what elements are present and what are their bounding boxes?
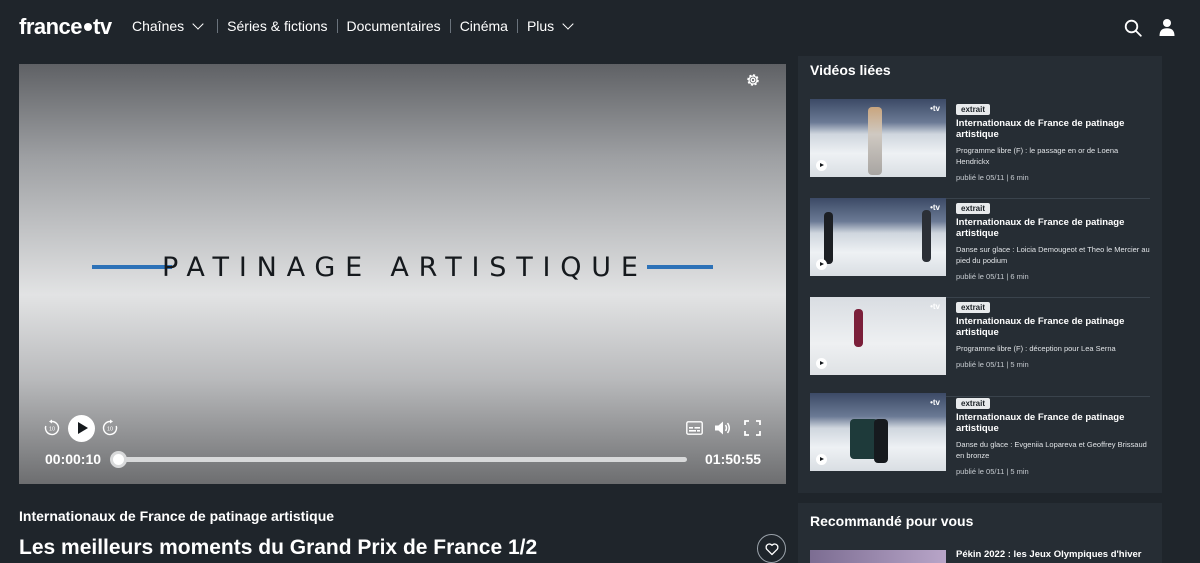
thumbnail-tv-badge: •tv bbox=[930, 398, 940, 407]
heart-icon bbox=[765, 543, 779, 556]
related-video-meta: publié le 05/11 | 6 min bbox=[956, 173, 1029, 182]
related-video-description: Programme libre (F) : le passage en or d… bbox=[956, 146, 1119, 166]
recommended-video-title[interactable]: Pékin 2022 : les Jeux Olympiques d'hiver bbox=[956, 549, 1141, 560]
chevron-down-icon bbox=[562, 18, 574, 30]
top-navigation-bar: france tv Chaînes Séries & fictions Docum… bbox=[0, 0, 1200, 56]
total-duration: 01:50:55 bbox=[705, 451, 762, 467]
related-video-meta: publié le 05/11 | 6 min bbox=[956, 272, 1029, 281]
video-player[interactable]: PATINAGE ARTISTIQUE 10 10 00:00:10 01:50… bbox=[19, 64, 786, 484]
extract-badge: extrait bbox=[956, 302, 991, 313]
title-card-stripe-left bbox=[92, 265, 172, 269]
france-tv-logo[interactable]: france tv bbox=[19, 14, 112, 40]
nav-item-label: Documentaires bbox=[346, 18, 441, 34]
forward-10-icon[interactable]: 10 bbox=[101, 419, 119, 437]
related-video-meta: publié le 05/11 | 5 min bbox=[956, 467, 1029, 476]
skater-figure bbox=[854, 309, 863, 347]
play-icon bbox=[816, 358, 827, 369]
settings-gear-icon[interactable] bbox=[745, 72, 761, 88]
nav-item-documentaires[interactable]: Documentaires bbox=[347, 18, 441, 34]
title-card-stripe-right bbox=[647, 265, 713, 269]
page-title: Les meilleurs moments du Grand Prix de F… bbox=[19, 536, 538, 559]
nav-item-label: Chaînes bbox=[132, 18, 185, 34]
video-thumbnail[interactable]: •tv bbox=[810, 297, 946, 375]
related-video-meta: publié le 05/11 | 5 min bbox=[956, 360, 1029, 369]
related-video-card[interactable]: •tv extrait Internationaux de France de … bbox=[810, 99, 1150, 199]
related-video-card[interactable]: •tv extrait Internationaux de France de … bbox=[810, 393, 1150, 493]
logo-brand: france bbox=[19, 14, 83, 39]
logo-dot bbox=[84, 23, 93, 32]
thumbnail-tv-badge: •tv bbox=[930, 203, 940, 212]
video-title-card: PATINAGE ARTISTIQUE bbox=[162, 252, 648, 283]
related-videos-heading: Vidéos liées bbox=[810, 62, 891, 78]
skater-figure bbox=[874, 419, 888, 463]
subtitles-icon[interactable] bbox=[686, 421, 703, 435]
nav-item-plus[interactable]: Plus bbox=[526, 18, 574, 34]
related-video-description: Danse du glace : Evgeniia Lopareva et Ge… bbox=[956, 440, 1147, 460]
related-video-info: extrait Internationaux de France de pati… bbox=[956, 393, 1150, 476]
thumbnail-tv-badge: •tv bbox=[930, 104, 940, 113]
play-icon bbox=[816, 160, 827, 171]
video-thumbnail[interactable]: •tv bbox=[810, 99, 946, 177]
nav-item-chaines[interactable]: Chaînes bbox=[132, 18, 208, 34]
thumbnail-tv-badge: •tv bbox=[930, 302, 940, 311]
related-video-description: Programme libre (F) : déception pour Lea… bbox=[956, 344, 1116, 353]
recommended-panel: Recommandé pour vous Pékin 2022 : les Je… bbox=[798, 503, 1162, 563]
add-favorite-button[interactable] bbox=[757, 534, 786, 563]
nav-item-label: Plus bbox=[526, 18, 555, 34]
play-icon bbox=[816, 454, 827, 465]
related-video-title[interactable]: Internationaux de France de patinage art… bbox=[956, 316, 1150, 338]
recommended-heading: Recommandé pour vous bbox=[810, 513, 974, 529]
main-nav: Chaînes Séries & fictions Documentaires … bbox=[132, 18, 574, 34]
play-icon bbox=[816, 259, 827, 270]
related-videos-panel: Vidéos liées •tv extrait Internationaux … bbox=[798, 56, 1162, 493]
related-video-card[interactable]: •tv extrait Internationaux de France de … bbox=[810, 297, 1150, 397]
search-icon[interactable] bbox=[1124, 19, 1142, 37]
svg-text:10: 10 bbox=[107, 427, 113, 433]
nav-divider bbox=[336, 19, 338, 33]
nav-item-series-fictions[interactable]: Séries & fictions bbox=[227, 18, 327, 34]
nav-item-label: Cinéma bbox=[459, 18, 508, 34]
related-video-description: Danse sur glace : Loicia Demougeot et Th… bbox=[956, 245, 1150, 265]
nav-item-cinema[interactable]: Cinéma bbox=[460, 18, 508, 34]
logo-suffix: tv bbox=[93, 14, 112, 39]
related-video-title[interactable]: Internationaux de France de patinage art… bbox=[956, 217, 1150, 239]
video-thumbnail[interactable]: •tv bbox=[810, 393, 946, 471]
video-thumbnail[interactable]: •tv bbox=[810, 198, 946, 276]
chevron-down-icon bbox=[192, 18, 204, 30]
extract-badge: extrait bbox=[956, 398, 991, 409]
related-video-title[interactable]: Internationaux de France de patinage art… bbox=[956, 118, 1150, 140]
play-button[interactable] bbox=[68, 415, 95, 442]
progress-bar[interactable] bbox=[116, 457, 687, 462]
related-video-info: extrait Internationaux de France de pati… bbox=[956, 99, 1150, 182]
related-video-card[interactable]: •tv extrait Internationaux de France de … bbox=[810, 198, 1150, 298]
thumbnail-image bbox=[810, 297, 946, 375]
user-icon[interactable] bbox=[1158, 18, 1176, 36]
program-name-link[interactable]: Internationaux de France de patinage art… bbox=[19, 508, 334, 524]
extract-badge: extrait bbox=[956, 104, 991, 115]
related-video-info: extrait Internationaux de France de pati… bbox=[956, 297, 1150, 369]
nav-divider bbox=[449, 19, 451, 33]
current-time: 00:00:10 bbox=[45, 451, 102, 467]
fullscreen-icon[interactable] bbox=[744, 420, 761, 436]
extract-badge: extrait bbox=[956, 203, 991, 214]
volume-icon[interactable] bbox=[714, 420, 731, 436]
skater-figure bbox=[868, 107, 882, 175]
nav-item-label: Séries & fictions bbox=[227, 18, 328, 34]
progress-scrubber-handle[interactable] bbox=[110, 451, 127, 468]
svg-text:10: 10 bbox=[49, 427, 55, 433]
nav-divider bbox=[217, 19, 219, 33]
skater-figure bbox=[922, 210, 931, 262]
skater-figure bbox=[824, 212, 833, 264]
related-video-info: extrait Internationaux de France de pati… bbox=[956, 198, 1150, 281]
rewind-10-icon[interactable]: 10 bbox=[43, 419, 61, 437]
nav-divider bbox=[516, 19, 518, 33]
video-thumbnail[interactable] bbox=[810, 550, 946, 563]
related-video-title[interactable]: Internationaux de France de patinage art… bbox=[956, 412, 1150, 434]
